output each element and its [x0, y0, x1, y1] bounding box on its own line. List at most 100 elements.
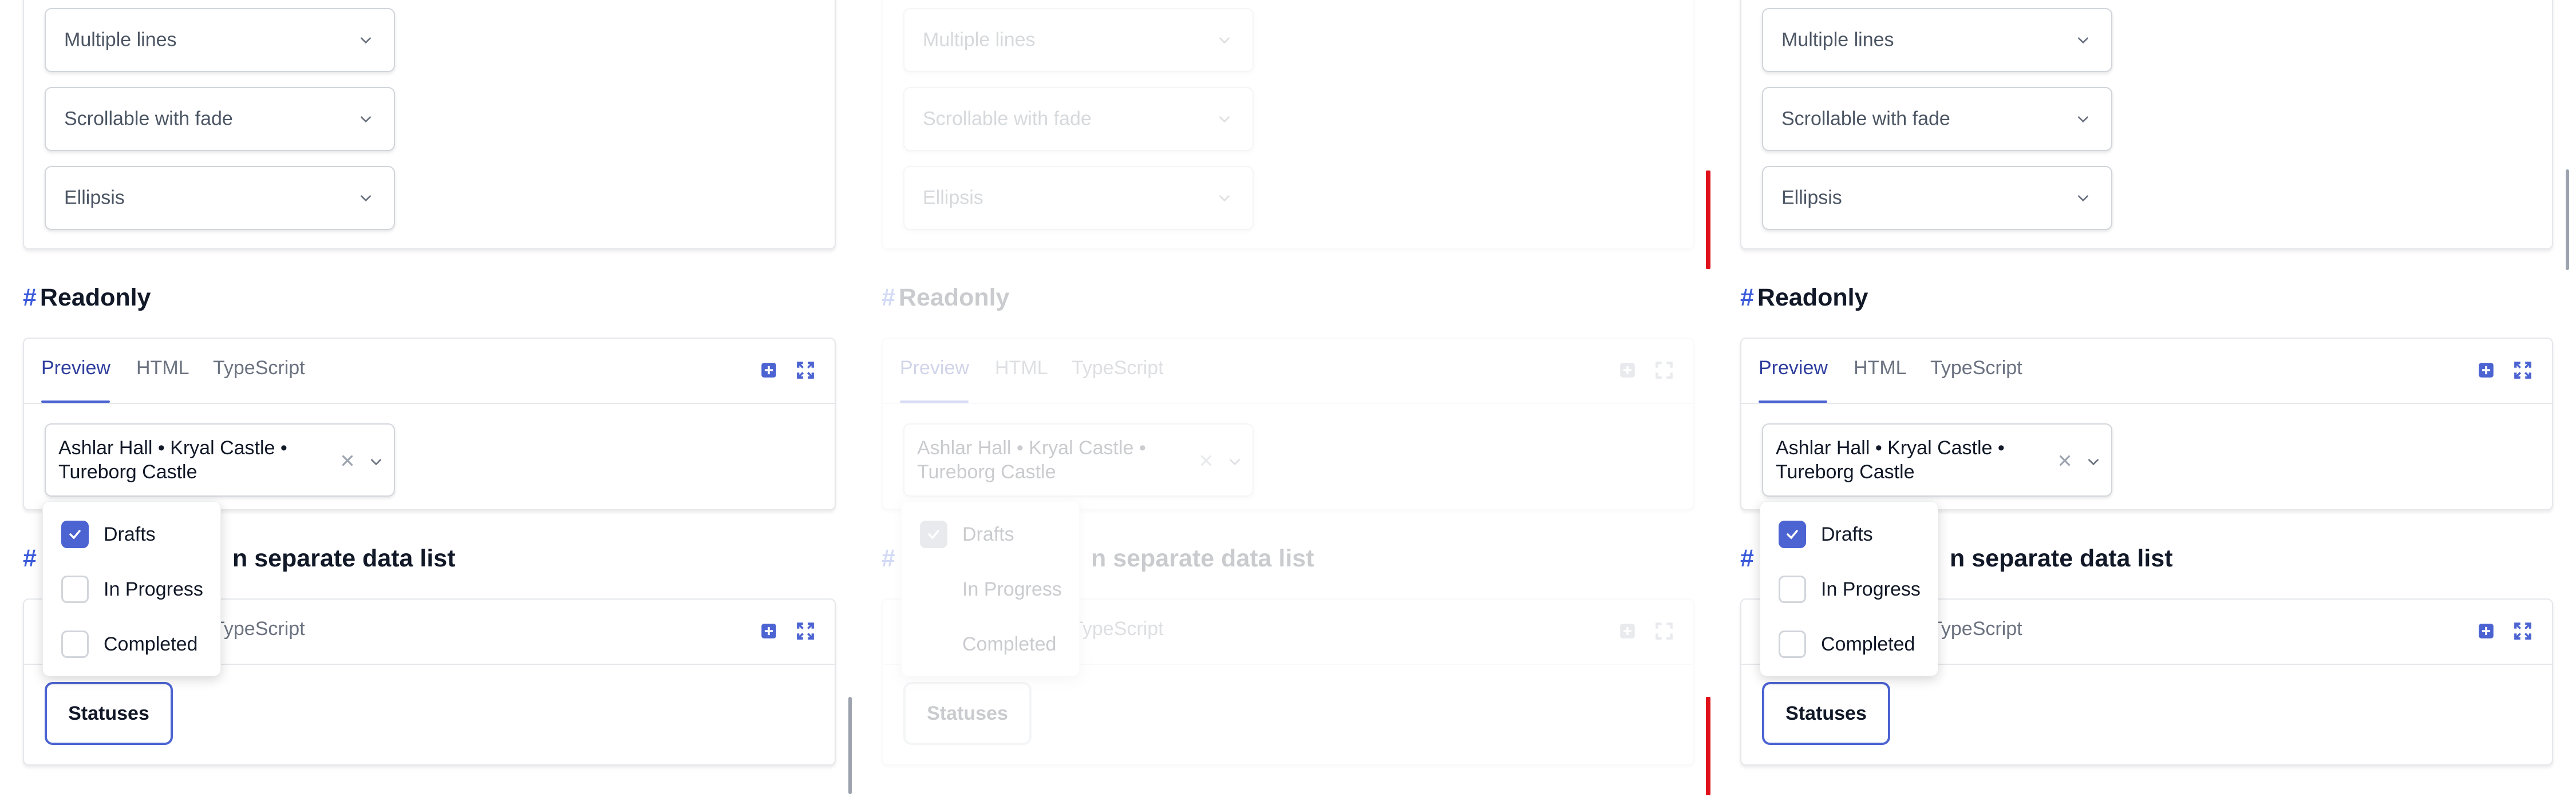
- expand-icon[interactable]: [796, 621, 815, 641]
- checkbox-checked[interactable]: [61, 521, 89, 548]
- select-label: Scrollable with fade: [1781, 108, 1950, 130]
- open-in-editor-icon[interactable]: [759, 621, 779, 641]
- open-in-editor-icon[interactable]: [2476, 621, 2496, 641]
- examples-card: Multiple lines Scrollable with fade Elli…: [23, 0, 836, 249]
- select-scrollable-fade[interactable]: Scrollable with fade: [45, 87, 395, 151]
- expand-icon[interactable]: [796, 360, 815, 380]
- dropdown-item-in-progress[interactable]: In Progress: [920, 575, 1062, 604]
- dropdown-item-label: In Progress: [104, 578, 203, 600]
- select-multiple-lines[interactable]: Multiple lines: [1762, 8, 2112, 72]
- anchor-hash[interactable]: #: [1740, 284, 1754, 311]
- select-label: Ellipsis: [1781, 187, 1842, 209]
- tab-preview[interactable]: Preview: [900, 357, 969, 379]
- open-in-editor-icon[interactable]: [759, 360, 779, 380]
- select-label: Scrollable with fade: [923, 108, 1092, 130]
- scrollbar-thumb[interactable]: [2566, 169, 2569, 270]
- statuses-button[interactable]: Statuses: [1762, 682, 1890, 745]
- dropdown-item-drafts[interactable]: Drafts: [1779, 520, 1873, 549]
- section-heading-readonly: # Readonly: [1740, 284, 1868, 312]
- dropdown-item-label: In Progress: [962, 578, 1062, 600]
- tab-html[interactable]: HTML: [1854, 357, 1907, 379]
- select-label: Scrollable with fade: [64, 108, 233, 130]
- pane-middle-faded: Multiple lines Scrollable with fade Elli…: [859, 0, 1717, 801]
- statuses-button[interactable]: Statuses: [45, 682, 173, 745]
- chevron-down-icon: [361, 116, 371, 123]
- dropdown-item-drafts[interactable]: Drafts: [920, 520, 1014, 549]
- dropdown-item-completed[interactable]: Completed: [61, 630, 197, 659]
- select-multiple-lines[interactable]: Multiple lines: [903, 8, 1254, 72]
- examples-card: Multiple lines Scrollable with fade Elli…: [882, 0, 1694, 249]
- section-heading-datalist-hash: #: [882, 545, 899, 573]
- checkbox[interactable]: [1779, 576, 1806, 603]
- scroll-marker: [1706, 697, 1710, 795]
- expand-icon[interactable]: [2513, 621, 2532, 641]
- check-icon: [1787, 530, 1798, 540]
- checkbox-checked[interactable]: [1779, 521, 1806, 548]
- chevron-down-icon: [1230, 459, 1240, 466]
- readonly-card: Preview HTML TypeScript Ashlar Hall • Kr…: [23, 338, 836, 510]
- heading-text: Readonly: [1757, 284, 1868, 311]
- checkbox[interactable]: [61, 576, 89, 603]
- close-icon[interactable]: [1198, 452, 1215, 469]
- section-heading-datalist-hash: #: [23, 545, 40, 573]
- examples-card: Multiple lines Scrollable with fade Elli…: [1740, 0, 2553, 249]
- chevron-down-icon: [371, 459, 381, 466]
- tab-preview[interactable]: Preview: [1759, 357, 1828, 379]
- close-icon[interactable]: [339, 452, 356, 469]
- checkbox[interactable]: [61, 631, 89, 658]
- dropdown-item-in-progress[interactable]: In Progress: [61, 575, 203, 604]
- dropdown-item-in-progress[interactable]: In Progress: [1779, 575, 1921, 604]
- tab-typescript[interactable]: TypeScript: [1930, 618, 2022, 640]
- tab-typescript[interactable]: TypeScript: [1930, 357, 2022, 379]
- anchor-hash[interactable]: #: [1740, 545, 1754, 572]
- active-tab-indicator: [1759, 400, 1827, 403]
- dropdown-item-drafts[interactable]: Drafts: [61, 520, 156, 549]
- tab-preview[interactable]: Preview: [41, 357, 110, 379]
- select-label: Multiple lines: [64, 29, 177, 51]
- readonly-multiselect[interactable]: Ashlar Hall • Kryal Castle • Tureborg Ca…: [903, 423, 1254, 497]
- anchor-hash[interactable]: #: [23, 545, 37, 572]
- dropdown-item-label: Drafts: [104, 523, 156, 545]
- readonly-multiselect[interactable]: Ashlar Hall • Kryal Castle • Tureborg Ca…: [1762, 423, 2112, 497]
- checkbox-checked[interactable]: [920, 521, 947, 548]
- open-in-editor-icon[interactable]: [2476, 360, 2496, 380]
- section-heading-datalist: n separate data list: [1950, 545, 2173, 573]
- select-ellipsis[interactable]: Ellipsis: [45, 166, 395, 230]
- select-ellipsis[interactable]: Ellipsis: [903, 166, 1254, 230]
- tab-html[interactable]: HTML: [995, 357, 1048, 379]
- statuses-dropdown: Drafts In Progress Completed: [901, 501, 1080, 676]
- select-multiple-lines[interactable]: Multiple lines: [45, 8, 395, 72]
- expand-icon[interactable]: [1654, 360, 1674, 380]
- tab-typescript[interactable]: TypeScript: [213, 357, 305, 379]
- check-icon: [928, 530, 939, 540]
- check-icon: [69, 530, 81, 540]
- tab-typescript[interactable]: TypeScript: [1072, 618, 1164, 640]
- tab-typescript[interactable]: TypeScript: [213, 618, 305, 640]
- anchor-hash[interactable]: #: [882, 545, 895, 572]
- checkbox[interactable]: [1779, 631, 1806, 658]
- select-scrollable-fade[interactable]: Scrollable with fade: [1762, 87, 2112, 151]
- anchor-hash[interactable]: #: [882, 284, 895, 311]
- anchor-hash[interactable]: #: [23, 284, 37, 311]
- dropdown-item-label: Drafts: [1821, 523, 1873, 545]
- expand-icon[interactable]: [1654, 621, 1674, 641]
- readonly-multiselect[interactable]: Ashlar Hall • Kryal Castle • Tureborg Ca…: [45, 423, 395, 497]
- scrollbar-thumb[interactable]: [848, 697, 852, 794]
- tab-html[interactable]: HTML: [136, 357, 189, 379]
- tab-typescript[interactable]: TypeScript: [1072, 357, 1164, 379]
- expand-icon[interactable]: [2513, 360, 2532, 380]
- open-in-editor-icon[interactable]: [1618, 621, 1637, 641]
- open-in-editor-icon[interactable]: [1618, 360, 1637, 380]
- checkbox[interactable]: [920, 631, 947, 658]
- statuses-dropdown: Drafts In Progress Completed: [1760, 501, 1938, 676]
- statuses-button[interactable]: Statuses: [903, 682, 1032, 745]
- dropdown-item-completed[interactable]: Completed: [920, 630, 1056, 659]
- select-ellipsis[interactable]: Ellipsis: [1762, 166, 2112, 230]
- checkbox[interactable]: [920, 576, 947, 603]
- select-scrollable-fade[interactable]: Scrollable with fade: [903, 87, 1254, 151]
- tab-bar: Preview HTML TypeScript: [883, 339, 1693, 404]
- close-icon[interactable]: [2056, 452, 2073, 469]
- statuses-dropdown: Drafts In Progress Completed: [42, 501, 221, 676]
- dropdown-item-completed[interactable]: Completed: [1779, 630, 1915, 659]
- chevron-down-icon: [361, 37, 371, 44]
